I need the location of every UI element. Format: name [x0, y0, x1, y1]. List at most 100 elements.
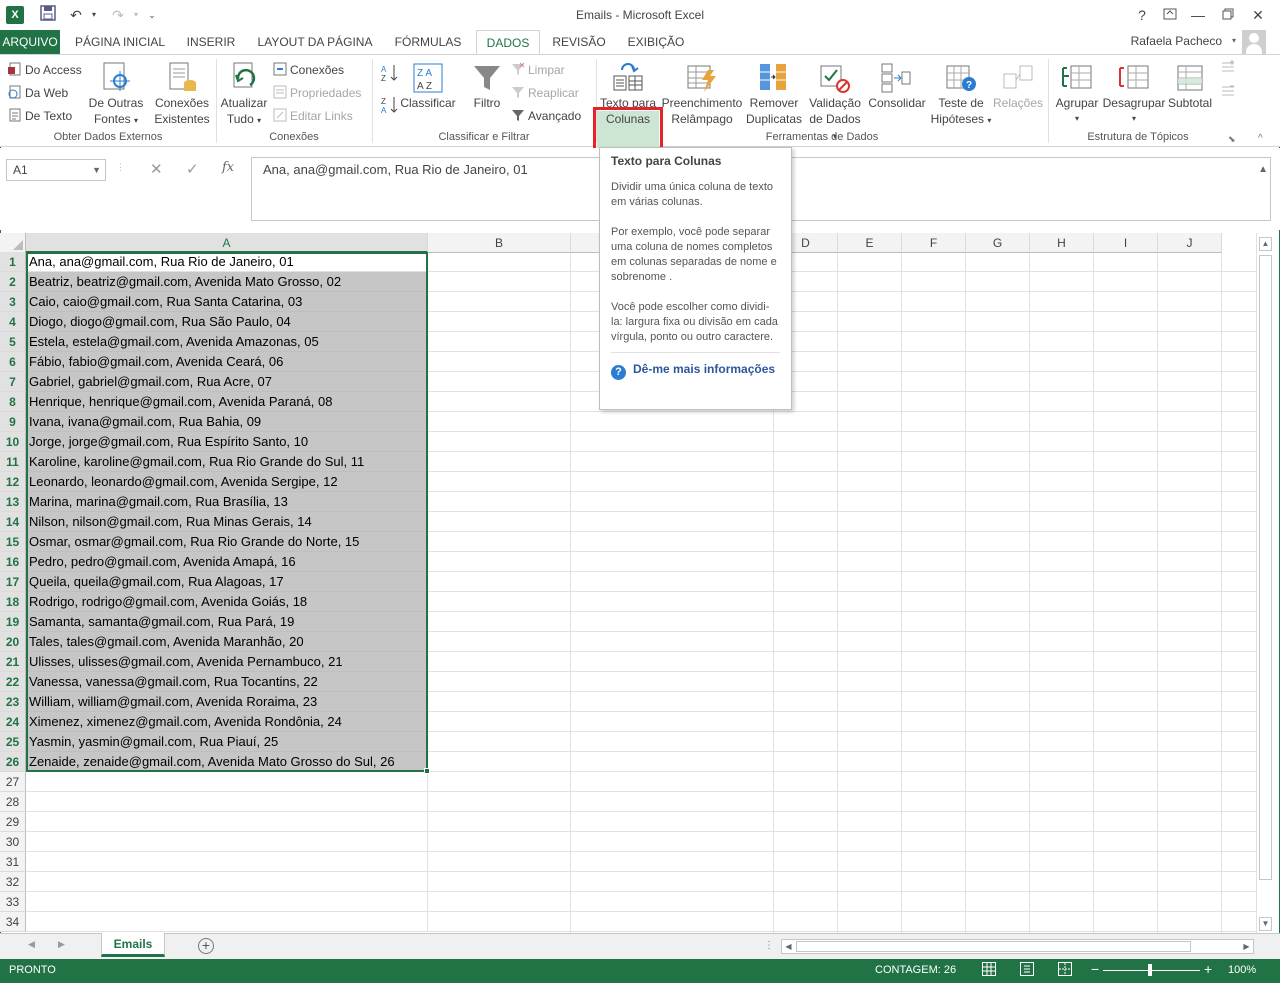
next-sheet-icon[interactable]: ▶	[58, 939, 65, 950]
cell-a26[interactable]: Zenaide, zenaide@gmail.com, Avenida Mato…	[26, 752, 428, 772]
fill-handle[interactable]	[424, 768, 430, 774]
horizontal-scroll-thumb[interactable]	[796, 941, 1191, 952]
row-header-10[interactable]: 10	[0, 432, 26, 452]
row-header-28[interactable]: 28	[0, 792, 26, 812]
existing-connections-button[interactable]: Conexões Existentes	[150, 57, 214, 127]
ungroup-button[interactable]: Desagrupar ▾	[1102, 57, 1166, 127]
cell-a28[interactable]	[26, 792, 428, 812]
row-header-13[interactable]: 13	[0, 492, 26, 512]
cell-a3[interactable]: Caio, caio@gmail.com, Rua Santa Catarina…	[26, 292, 428, 312]
cell-a25[interactable]: Yasmin, yasmin@gmail.com, Rua Piauí, 25	[26, 732, 428, 752]
status-count[interactable]: CONTAGEM: 26	[875, 964, 956, 976]
flash-fill-button[interactable]: Preenchimento Relâmpago	[661, 57, 743, 127]
cell-a21[interactable]: Ulisses, ulisses@gmail.com, Avenida Pern…	[26, 652, 428, 672]
vertical-scroll-thumb[interactable]	[1259, 255, 1272, 880]
close-icon[interactable]: ✕	[1246, 4, 1270, 26]
row-header-20[interactable]: 20	[0, 632, 26, 652]
column-header-h[interactable]: H	[1030, 233, 1094, 253]
row-header-4[interactable]: 4	[0, 312, 26, 332]
cell-a8[interactable]: Henrique, henrique@gmail.com, Avenida Pa…	[26, 392, 428, 412]
cell-a27[interactable]	[26, 772, 428, 792]
tab-pagina-inicial[interactable]: PÁGINA INICIAL	[66, 30, 174, 54]
row-header-8[interactable]: 8	[0, 392, 26, 412]
relationships-button[interactable]: Relações	[992, 57, 1044, 111]
row-header-11[interactable]: 11	[0, 452, 26, 472]
from-access-button[interactable]: Do Access	[8, 62, 82, 78]
row-header-24[interactable]: 24	[0, 712, 26, 732]
cell-a19[interactable]: Samanta, samanta@gmail.com, Rua Pará, 19	[26, 612, 428, 632]
cell-a10[interactable]: Jorge, jorge@gmail.com, Rua Espírito San…	[26, 432, 428, 452]
tab-split-handle-icon[interactable]: ⋮	[764, 940, 774, 951]
cell-a11[interactable]: Karoline, karoline@gmail.com, Rua Rio Gr…	[26, 452, 428, 472]
collapse-ribbon-icon[interactable]: ^	[1258, 131, 1263, 147]
zoom-in-button[interactable]: +	[1204, 961, 1212, 977]
previous-sheet-icon[interactable]: ◀	[28, 939, 35, 950]
row-header-9[interactable]: 9	[0, 412, 26, 432]
cell-a1[interactable]: Ana, ana@gmail.com, Rua Rio de Janeiro, …	[26, 252, 428, 272]
minimize-icon[interactable]: —	[1186, 4, 1210, 26]
tab-exibicao[interactable]: EXIBIÇÃO	[620, 30, 692, 54]
show-detail-button[interactable]	[1218, 59, 1238, 79]
column-header-e[interactable]: E	[838, 233, 902, 253]
cell-a15[interactable]: Osmar, osmar@gmail.com, Rua Rio Grande d…	[26, 532, 428, 552]
scroll-right-icon[interactable]: ▶	[1240, 940, 1253, 953]
sort-button[interactable]: Z A A Z Classificar	[400, 57, 456, 111]
tab-dados[interactable]: DADOS	[476, 30, 540, 55]
what-if-button[interactable]: ? Teste de Hipóteses ▾	[928, 57, 994, 129]
cell-a4[interactable]: Diogo, diogo@gmail.com, Rua São Paulo, 0…	[26, 312, 428, 332]
user-dropdown-icon[interactable]: ▾	[1232, 36, 1236, 45]
edit-links-button[interactable]: Editar Links	[273, 108, 353, 124]
cell-a30[interactable]	[26, 832, 428, 852]
tooltip-link-text[interactable]: Dê-me mais informações	[633, 362, 775, 376]
cell-a29[interactable]	[26, 812, 428, 832]
connections-button[interactable]: Conexões	[273, 62, 344, 78]
name-box[interactable]: A1 ▼	[6, 159, 106, 181]
row-header-32[interactable]: 32	[0, 872, 26, 892]
clear-button[interactable]: Limpar	[511, 62, 565, 78]
add-sheet-button[interactable]: +	[198, 938, 214, 954]
row-header-1[interactable]: 1	[0, 252, 26, 272]
vertical-scrollbar[interactable]: ▲ ▼	[1256, 233, 1273, 933]
row-header-2[interactable]: 2	[0, 272, 26, 292]
properties-button[interactable]: Propriedades	[273, 85, 361, 101]
row-header-7[interactable]: 7	[0, 372, 26, 392]
row-header-18[interactable]: 18	[0, 592, 26, 612]
row-header-12[interactable]: 12	[0, 472, 26, 492]
remove-duplicates-button[interactable]: Remover Duplicatas	[744, 57, 804, 127]
row-header-17[interactable]: 17	[0, 572, 26, 592]
row-header-29[interactable]: 29	[0, 812, 26, 832]
row-header-25[interactable]: 25	[0, 732, 26, 752]
tab-inserir[interactable]: INSERIR	[180, 30, 242, 54]
cell-a6[interactable]: Fábio, fabio@gmail.com, Avenida Ceará, 0…	[26, 352, 428, 372]
cell-a33[interactable]	[26, 892, 428, 912]
row-header-33[interactable]: 33	[0, 892, 26, 912]
cell-a20[interactable]: Tales, tales@gmail.com, Avenida Maranhão…	[26, 632, 428, 652]
row-header-3[interactable]: 3	[0, 292, 26, 312]
page-break-view-icon[interactable]	[1058, 962, 1072, 976]
column-header-a[interactable]: A	[26, 233, 428, 253]
scroll-up-icon[interactable]: ▲	[1259, 237, 1272, 251]
cell-a5[interactable]: Estela, estela@gmail.com, Avenida Amazon…	[26, 332, 428, 352]
zoom-slider-thumb[interactable]	[1148, 964, 1152, 976]
sort-desc-button[interactable]: ZA	[380, 95, 400, 119]
expand-formula-bar-icon[interactable]: ▲	[1258, 164, 1268, 175]
column-header-b[interactable]: B	[428, 233, 571, 253]
row-header-14[interactable]: 14	[0, 512, 26, 532]
zoom-out-button[interactable]: −	[1091, 961, 1099, 977]
row-header-34[interactable]: 34	[0, 912, 26, 932]
row-header-27[interactable]: 27	[0, 772, 26, 792]
cell-a18[interactable]: Rodrigo, rodrigo@gmail.com, Avenida Goiá…	[26, 592, 428, 612]
row-header-19[interactable]: 19	[0, 612, 26, 632]
insert-function-icon[interactable]: fx	[222, 160, 234, 175]
advanced-button[interactable]: Avançado	[511, 108, 581, 124]
cancel-formula-icon[interactable]: ✕	[150, 160, 163, 178]
from-text-button[interactable]: De Texto	[8, 108, 72, 124]
column-header-j[interactable]: J	[1158, 233, 1222, 253]
column-header-g[interactable]: G	[966, 233, 1030, 253]
row-header-15[interactable]: 15	[0, 532, 26, 552]
tab-arquivo[interactable]: ARQUIVO	[0, 30, 60, 54]
scroll-down-icon[interactable]: ▼	[1259, 917, 1272, 931]
normal-view-icon[interactable]	[982, 962, 996, 976]
user-name[interactable]: Rafaela Pacheco	[1131, 34, 1222, 48]
other-sources-button[interactable]: De Outras Fontes ▾	[84, 57, 148, 129]
